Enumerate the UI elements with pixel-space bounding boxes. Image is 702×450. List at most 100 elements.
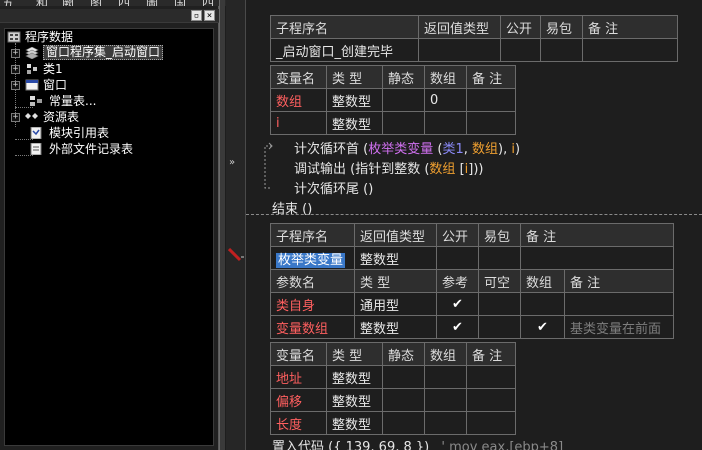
expand-icon[interactable]: + (11, 113, 20, 122)
tree-item-label: 窗口程序集_启动窗口 (43, 45, 164, 60)
var-array[interactable] (424, 111, 467, 135)
var-type[interactable]: 整数型 (326, 365, 383, 389)
tree-item-label: 窗口 (43, 78, 68, 92)
col-header: 备 注 (466, 342, 516, 366)
table-row[interactable]: i 整数型 (270, 111, 516, 135)
table-header-row: 变量名 类 型 静态 数组 备 注 (270, 65, 516, 89)
var-name[interactable]: i (270, 111, 327, 135)
table-row[interactable]: 长度 整数型 (270, 411, 516, 435)
param-name[interactable]: 变量数组 (270, 315, 355, 339)
collapse-icon[interactable]: » (229, 157, 235, 168)
param-type[interactable]: 整数型 (354, 315, 437, 339)
col-header: 返回值类型 (418, 15, 501, 39)
var-array[interactable] (424, 411, 467, 435)
var-type[interactable]: 整数型 (326, 388, 383, 412)
remark[interactable] (520, 246, 674, 270)
col-header: 备 注 (564, 269, 674, 293)
expand-icon[interactable]: + (11, 65, 20, 74)
var-remark[interactable] (466, 88, 516, 112)
var-static[interactable] (382, 111, 425, 135)
col-header: 参数名 (270, 269, 355, 293)
var-type[interactable]: 整数型 (326, 111, 383, 135)
var-remark[interactable] (466, 388, 516, 412)
public-flag[interactable] (500, 38, 541, 62)
col-header: 备 注 (466, 65, 516, 89)
tree-connector (15, 107, 33, 108)
close-button[interactable]: × (204, 10, 215, 21)
class-icon (27, 64, 37, 74)
param-array[interactable] (520, 292, 565, 316)
var-type[interactable]: 整数型 (326, 411, 383, 435)
var-remark[interactable] (466, 411, 516, 435)
module-ref-icon (30, 127, 42, 139)
program-tree[interactable]: 程序数据 + 窗口程序集_启动窗口 + 类1 + 窗口 常量表... + 资源表… (4, 28, 214, 446)
col-header: 数组 (424, 65, 467, 89)
param-by-ref[interactable]: ✔ (436, 292, 479, 316)
var-static[interactable] (382, 88, 425, 112)
tree-connector (15, 139, 33, 140)
col-header: 子程序名 (270, 15, 419, 39)
var-array[interactable] (424, 365, 467, 389)
code-editor[interactable]: 子程序名 返回值类型 公开 易包 备 注 _启动窗口_创建完毕 变量名 类 型 … (246, 0, 702, 450)
code-line-inline-asm[interactable]: 置入代码 ({ 139, 69, 8 }) ' mov eax,[ebp+8] (272, 436, 563, 450)
table-row[interactable]: _启动窗口_创建完毕 (270, 38, 678, 62)
code-line-loop-tail[interactable]: 计次循环尾 () (294, 178, 373, 197)
expand-icon[interactable]: + (11, 81, 20, 90)
table-row[interactable]: 枚举类变量 整数型 (270, 246, 674, 270)
code-token: ])) (468, 162, 484, 177)
var-name[interactable]: 地址 (270, 365, 327, 389)
var-array[interactable]: 0 (424, 88, 467, 112)
subroutine-name[interactable]: _启动窗口_创建完毕 (270, 38, 419, 62)
subroutine-name[interactable]: 枚举类变量 (270, 246, 355, 270)
code-token: 置入代码 ({ 139, 69, 8 }) (272, 440, 430, 450)
param-remark[interactable] (564, 292, 674, 316)
table-row[interactable]: 数组 整数型 0 (270, 88, 516, 112)
table-row[interactable]: 变量数组 整数型 ✔ ✔ 基类变量在前面 (270, 315, 674, 339)
col-header: 类 型 (326, 65, 383, 89)
var-static[interactable] (382, 365, 425, 389)
param-by-ref[interactable]: ✔ (436, 315, 479, 339)
table-row[interactable]: 偏移 整数型 (270, 388, 516, 412)
col-header: 子程序名 (270, 223, 355, 247)
var-name[interactable]: 长度 (270, 411, 327, 435)
remark[interactable] (582, 38, 678, 62)
col-header: 备 注 (520, 223, 674, 247)
col-header: 易包 (540, 15, 583, 39)
var-remark[interactable] (466, 365, 516, 389)
col-header: 数组 (520, 269, 565, 293)
selected-text[interactable]: 枚举类变量 (276, 252, 346, 268)
table-row[interactable]: 地址 整数型 (270, 365, 516, 389)
var-array[interactable] (424, 388, 467, 412)
param-remark[interactable]: 基类变量在前面 (564, 315, 674, 339)
var-static[interactable] (382, 411, 425, 435)
table-row[interactable]: 类自身 通用型 ✔ (270, 292, 674, 316)
expand-icon[interactable]: + (11, 49, 20, 58)
col-header: 参考 (436, 269, 479, 293)
local-variable-table: 变量名 类 型 静态 数组 备 注 地址 整数型 偏移 整数型 长度 整数型 (270, 342, 516, 435)
col-header: 公开 (500, 15, 541, 39)
var-name[interactable]: 数组 (270, 88, 327, 112)
var-static[interactable] (382, 388, 425, 412)
param-name[interactable]: 类自身 (270, 292, 355, 316)
var-remark[interactable] (466, 111, 516, 135)
col-header: 变量名 (270, 342, 327, 366)
param-nullable[interactable] (478, 315, 521, 339)
return-type[interactable] (418, 38, 501, 62)
col-header: 变量名 (270, 65, 327, 89)
code-line-debug[interactable]: 调试输出 (指针到整数 (数组 [i])) (294, 158, 484, 177)
easy-pack-flag[interactable] (540, 38, 583, 62)
restore-button[interactable]: ▫ (191, 10, 202, 21)
param-array[interactable]: ✔ (520, 315, 565, 339)
var-name[interactable]: 偏移 (270, 388, 327, 412)
param-type[interactable]: 通用型 (354, 292, 437, 316)
public-flag[interactable] (436, 246, 479, 270)
code-token: , (463, 142, 472, 157)
code-token: ) (514, 142, 521, 157)
easy-pack-flag[interactable] (478, 246, 521, 270)
var-type[interactable]: 整数型 (326, 88, 383, 112)
panel-splitter[interactable] (219, 0, 225, 450)
code-line-loop-head[interactable]: 计次循环首 (枚举类变量 (类1, 数组), i) (294, 138, 520, 157)
return-type[interactable]: 整数型 (354, 246, 437, 270)
col-header: 易包 (478, 223, 521, 247)
param-nullable[interactable] (478, 292, 521, 316)
